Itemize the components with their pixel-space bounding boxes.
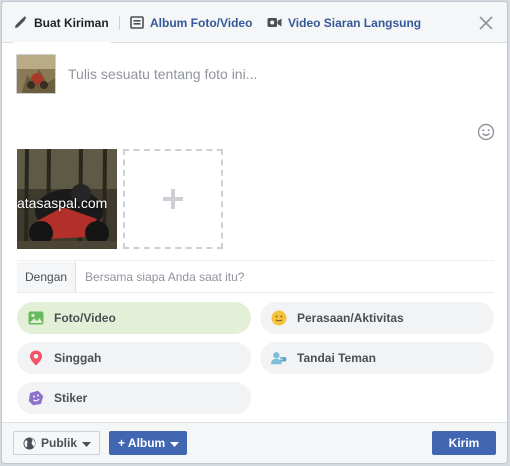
location-pin-icon: [28, 350, 44, 366]
check-in-label: Singgah: [54, 351, 102, 365]
tag-people-input[interactable]: Bersama siapa Anda saat itu?: [76, 262, 494, 292]
add-album-button[interactable]: + Album: [109, 431, 187, 455]
tag-friends-label: Tandai Teman: [297, 351, 376, 365]
pencil-icon: [13, 15, 28, 30]
check-in-button[interactable]: Singgah: [17, 342, 251, 374]
chevron-down-icon: [170, 436, 180, 450]
sticker-button[interactable]: Stiker: [17, 382, 251, 414]
tab-live-video[interactable]: Video Siaran Langsung: [267, 2, 421, 43]
tab-create-post-label: Buat Kiriman: [34, 15, 109, 30]
divider: [17, 260, 494, 261]
composer-footer: Publik + Album Kirim: [2, 422, 507, 463]
tab-divider: [119, 16, 120, 30]
post-composer: Buat Kiriman Album Foto/Video Video Siar…: [1, 1, 508, 464]
globe-icon: [23, 437, 36, 450]
chevron-down-icon: [82, 436, 92, 450]
post-text-input[interactable]: Tulis sesuatu tentang foto ini...: [68, 60, 488, 88]
photo-video-label: Foto/Video: [54, 311, 116, 325]
plus-icon: [163, 189, 183, 209]
selected-photo-thumbnail: [16, 54, 56, 94]
tab-photo-album-label: Album Foto/Video: [150, 15, 253, 30]
add-photo-button[interactable]: [123, 149, 223, 249]
photo-video-button[interactable]: Foto/Video: [17, 302, 251, 334]
privacy-selector[interactable]: Publik: [13, 431, 100, 455]
close-icon[interactable]: [478, 15, 494, 31]
tag-friends-button[interactable]: Tandai Teman: [260, 342, 494, 374]
with-label: Dengan: [17, 262, 77, 292]
send-label: Kirim: [448, 436, 480, 450]
feeling-activity-label: Perasaan/Aktivitas: [297, 311, 404, 325]
album-icon: [129, 15, 144, 30]
emoji-icon[interactable]: [477, 123, 495, 141]
feeling-activity-button[interactable]: Perasaan/Aktivitas: [260, 302, 494, 334]
photo-watermark-text: atasaspal.com: [17, 195, 108, 211]
video-camera-icon: [267, 15, 282, 30]
privacy-label: Publik: [41, 436, 78, 450]
sticker-icon: [28, 390, 44, 406]
photo-icon: [28, 310, 44, 326]
composer-tabs: Buat Kiriman Album Foto/Video Video Siar…: [2, 2, 507, 44]
tab-live-video-label: Video Siaran Langsung: [288, 15, 422, 30]
attached-photo[interactable]: atasaspal.com: [17, 149, 117, 249]
tab-photo-album[interactable]: Album Foto/Video: [129, 2, 252, 43]
tag-friend-icon: [271, 350, 287, 366]
add-album-label: + Album: [118, 436, 166, 450]
smiley-icon: [271, 310, 287, 326]
send-button[interactable]: Kirim: [432, 431, 496, 455]
tag-people-row: Dengan Bersama siapa Anda saat itu?: [17, 262, 494, 293]
tab-create-post[interactable]: Buat Kiriman: [13, 2, 111, 44]
sticker-label: Stiker: [54, 391, 88, 405]
